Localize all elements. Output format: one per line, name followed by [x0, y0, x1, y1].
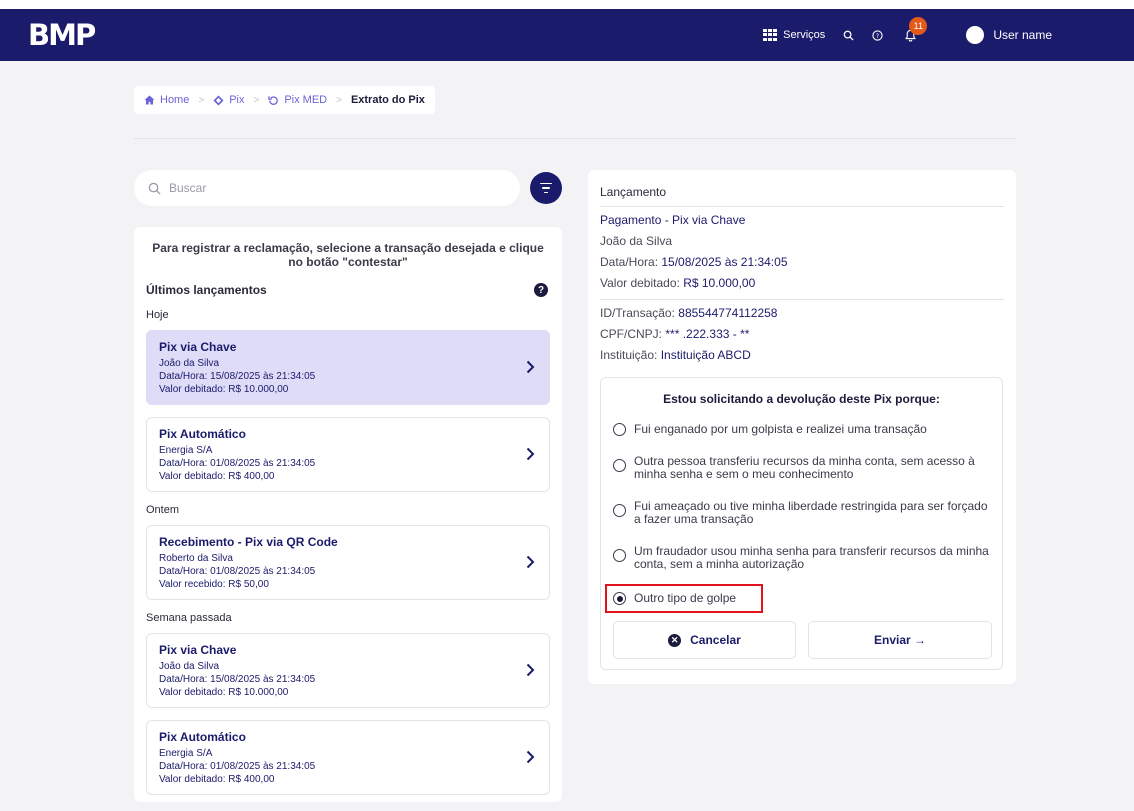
reason-option-4[interactable]: Um fraudador usou minha senha para trans… — [613, 545, 993, 571]
chevron-right-icon — [526, 447, 535, 461]
breadcrumb-home[interactable]: Home — [144, 94, 189, 106]
list-item[interactable]: Pix Automático Energia S/A Data/Hora: 01… — [146, 720, 550, 795]
bmp-logo[interactable]: BMP — [28, 18, 96, 52]
chevron-right-icon — [526, 360, 535, 374]
breadcrumb-pix-med[interactable]: Pix MED — [268, 94, 327, 106]
detail-heading: Lançamento — [600, 185, 1004, 207]
notification-badge: 11 — [909, 16, 928, 35]
grid-icon — [763, 29, 778, 41]
help-icon[interactable]: ? — [534, 283, 548, 297]
help-icon[interactable]: ? — [872, 29, 883, 41]
search-placeholder: Buscar — [169, 181, 207, 195]
svg-text:?: ? — [876, 31, 879, 39]
reason-option-3[interactable]: Fui ameaçado ou tive minha liberdade res… — [613, 500, 993, 526]
list-item[interactable]: Pix via Chave João da Silva Data/Hora: 1… — [146, 633, 550, 708]
reason-title: Estou solicitando a devolução deste Pix … — [663, 392, 940, 406]
services-label: Serviços — [783, 29, 826, 41]
breadcrumb: Home > Pix > Pix MED > Extrato do Pix — [134, 86, 435, 114]
close-circle-icon: ✕ — [668, 633, 682, 647]
radio-button[interactable] — [613, 549, 626, 562]
reason-option-2[interactable]: Outra pessoa transferiu recursos da minh… — [613, 455, 993, 481]
detail-institution: Instituição: Instituição ABCD — [600, 348, 751, 362]
navbar-actions: Serviços ? 11 User name — [763, 9, 1052, 61]
refund-reason-form: Estou solicitando a devolução deste Pix … — [600, 377, 1003, 670]
transactions-list: Para registrar a reclamação, selecione a… — [134, 227, 562, 802]
detail-value: Valor debitado: R$ 10.000,00 — [600, 276, 756, 290]
selection-highlight — [605, 584, 763, 613]
detail-cpf: CPF/CNPJ: *** .222.333 - ** — [600, 327, 750, 341]
breadcrumb-pix[interactable]: Pix — [213, 94, 244, 106]
search-icon — [148, 182, 161, 195]
list-item[interactable]: Recebimento - Pix via QR Code Roberto da… — [146, 525, 550, 600]
chevron-right-icon — [526, 750, 535, 764]
list-instruction: Para registrar a reclamação, selecione a… — [152, 241, 544, 269]
top-band — [0, 0, 1134, 9]
user-menu[interactable]: User name — [966, 26, 1052, 44]
top-navbar: BMP Serviços ? 11 User name — [0, 9, 1134, 61]
divider — [134, 138, 1016, 139]
transaction-detail: Lançamento Pagamento - Pix via Chave Joã… — [588, 170, 1016, 684]
chevron-right-icon: > — [253, 94, 260, 106]
chevron-right-icon — [526, 555, 535, 569]
breadcrumb-current: Extrato do Pix — [350, 94, 425, 106]
list-item[interactable]: Pix Automático Energia S/A Data/Hora: 01… — [146, 417, 550, 492]
radio-button[interactable] — [613, 504, 626, 517]
list-item[interactable]: Pix via Chave João da Silva Data/Hora: 1… — [146, 330, 550, 405]
detail-datetime: Data/Hora: 15/08/2025 às 21:34:05 — [600, 255, 788, 269]
user-name: User name — [993, 28, 1052, 42]
cancel-button[interactable]: ✕ Cancelar — [613, 621, 796, 659]
filter-button[interactable] — [530, 172, 562, 204]
group-label: Semana passada — [146, 612, 232, 624]
home-icon — [144, 95, 155, 105]
reason-option-1[interactable]: Fui enganado por um golpista e realizei … — [613, 423, 993, 436]
avatar — [966, 26, 985, 44]
send-button[interactable]: Enviar → — [808, 621, 992, 659]
divider — [600, 299, 1004, 300]
group-label: Ontem — [146, 504, 180, 516]
chevron-right-icon: > — [198, 94, 205, 106]
radio-button[interactable] — [613, 423, 626, 436]
services-menu[interactable]: Serviços — [763, 29, 825, 41]
pix-icon — [213, 94, 224, 106]
search-input[interactable]: Buscar — [134, 170, 520, 206]
chevron-right-icon — [526, 663, 535, 677]
group-label: Hoje — [146, 309, 169, 321]
detail-transaction-id: ID/Transação: 885544774112258 — [600, 306, 778, 320]
radio-button[interactable] — [613, 459, 626, 472]
detail-type: Pagamento - Pix via Chave — [600, 213, 746, 227]
return-icon — [268, 95, 279, 105]
search-icon[interactable] — [843, 30, 854, 41]
chevron-right-icon: > — [336, 94, 342, 106]
list-heading: Últimos lançamentos ? — [134, 283, 562, 297]
notifications-bell-icon[interactable]: 11 — [905, 16, 928, 42]
detail-name: João da Silva — [600, 234, 673, 248]
